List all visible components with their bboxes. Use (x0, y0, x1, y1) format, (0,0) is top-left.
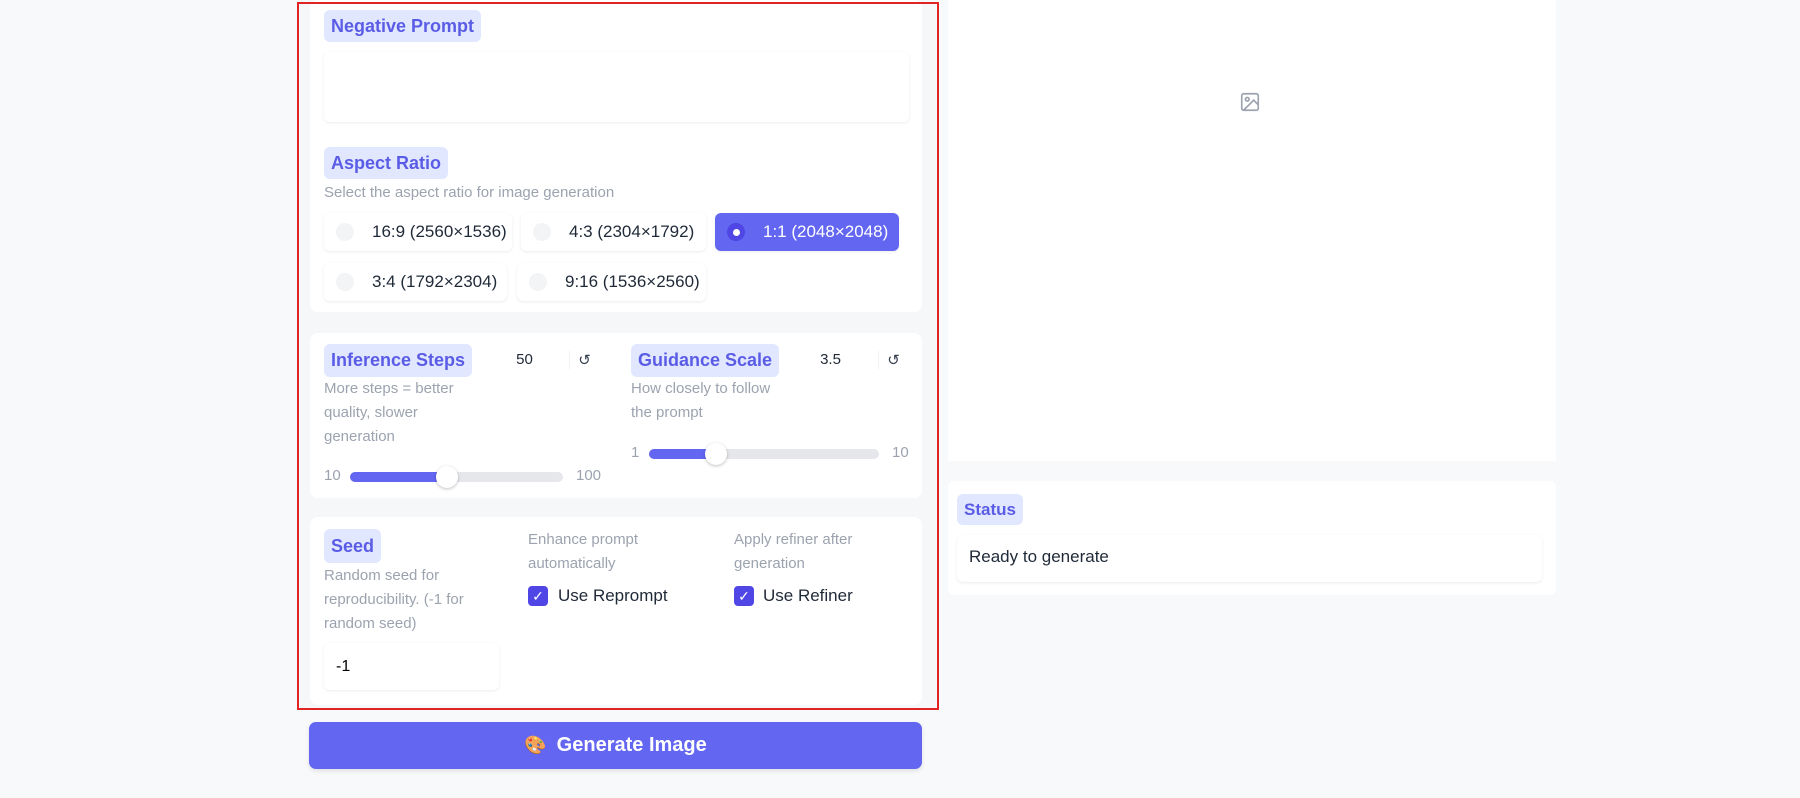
status-value: Ready to generate (957, 535, 1542, 582)
status-label: Status (957, 494, 1023, 525)
palette-icon: 🎨 (524, 735, 547, 755)
image-placeholder-icon (1239, 91, 1261, 118)
image-output (948, 0, 1556, 461)
generate-label: Generate Image (556, 734, 707, 756)
highlight-box (297, 2, 939, 710)
generate-button[interactable]: 🎨 Generate Image (309, 722, 922, 769)
